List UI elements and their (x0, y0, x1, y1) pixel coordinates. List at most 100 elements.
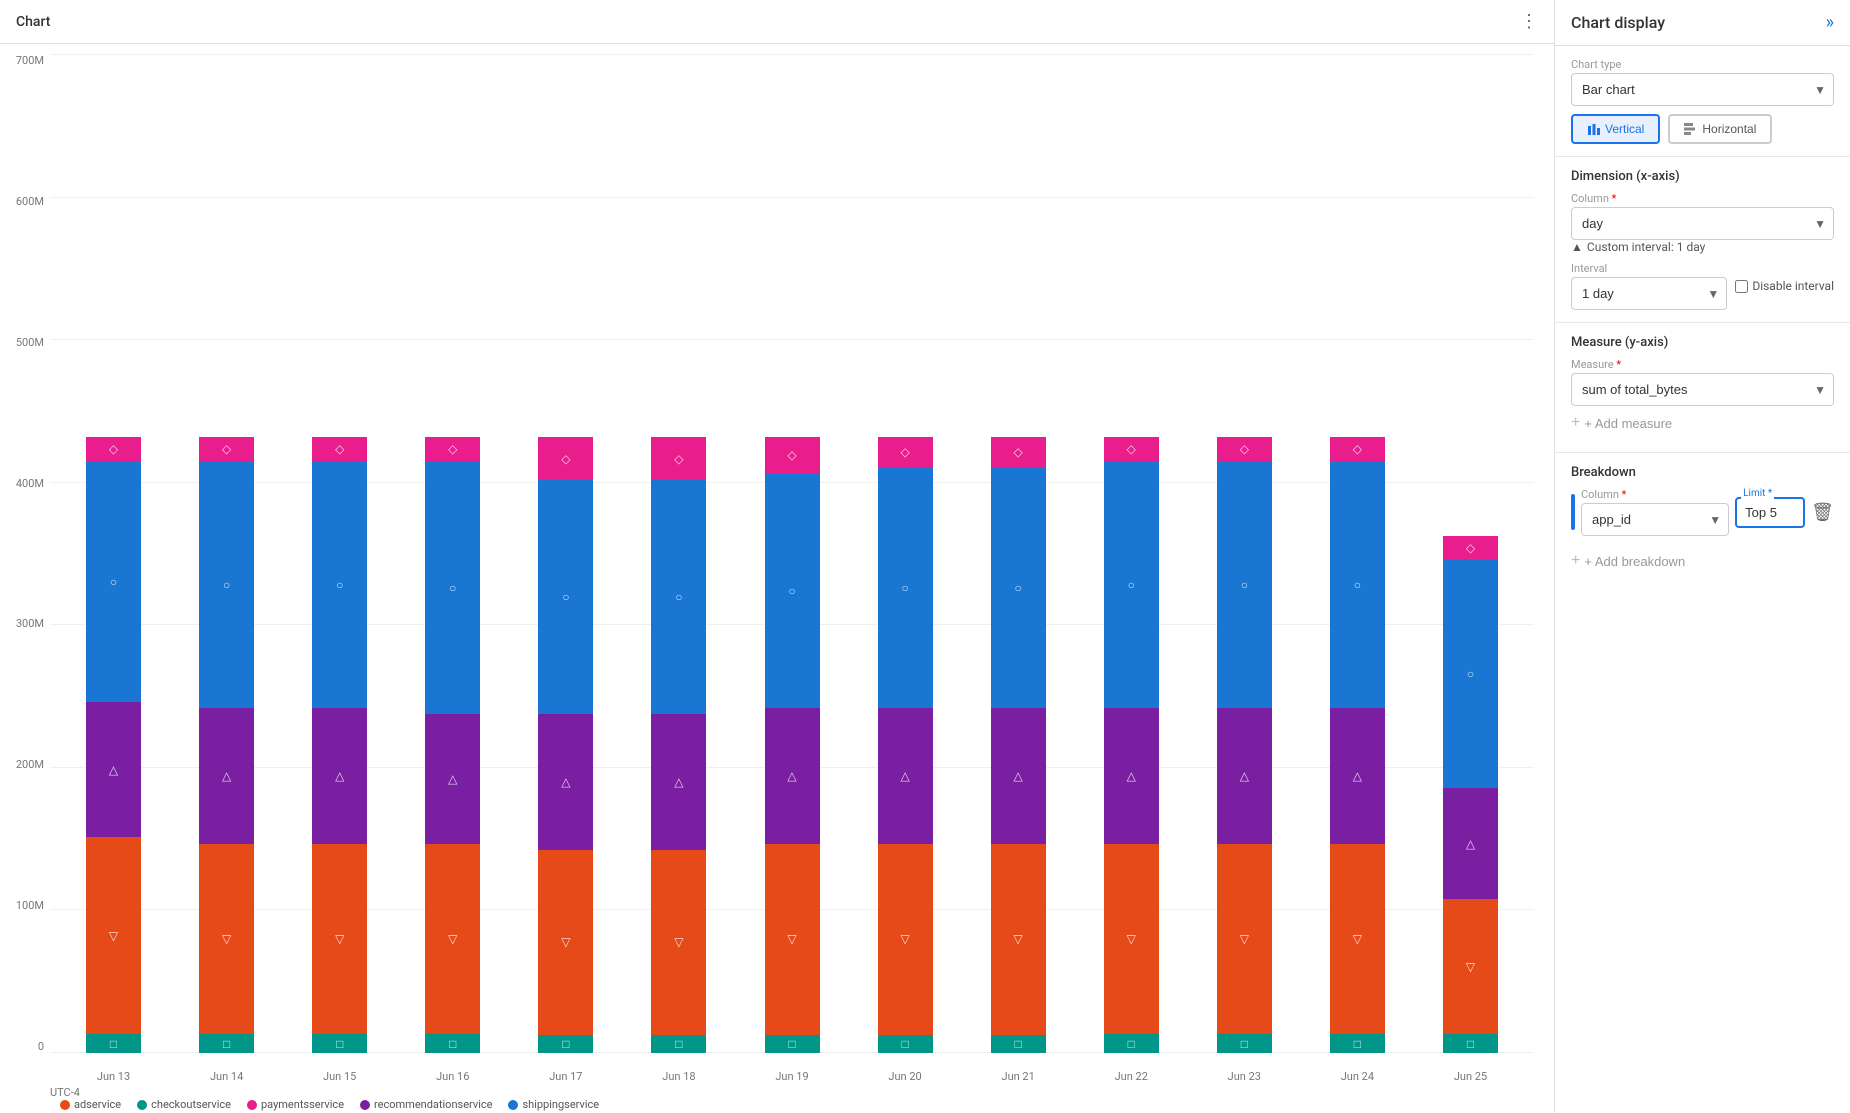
chart-type-select[interactable]: Bar chart Line chart Pie chart (1571, 73, 1834, 106)
bar-segment-teal: □ (878, 1035, 933, 1053)
segment-icon: ◇ (109, 442, 118, 456)
segment-icon: ○ (110, 575, 117, 589)
x-label: Jun 18 (662, 1070, 695, 1083)
measure-section: Measure (y-axis) Measure * sum of total_… (1555, 323, 1850, 453)
bar-segment-purple: △ (991, 708, 1046, 844)
add-breakdown-button[interactable]: + + Add breakdown (1571, 544, 1685, 578)
bar-segment-pink: ◇ (199, 437, 254, 462)
segment-icon: ▽ (1353, 932, 1362, 946)
segment-icon: △ (787, 769, 796, 783)
legend-item-checkoutservice: checkoutservice (137, 1098, 231, 1111)
stacked-bar[interactable]: ◇○△▽□ (86, 437, 141, 1053)
bar-segment-blue: ○ (1104, 462, 1159, 708)
x-label-group: Jun 13 (60, 1070, 167, 1083)
segment-icon: △ (1353, 769, 1362, 783)
bar-segment-purple: △ (425, 714, 480, 843)
bar-segment-teal: □ (651, 1035, 706, 1053)
y-label: 700M (0, 54, 50, 67)
limit-input[interactable] (1735, 497, 1805, 528)
disable-interval-label[interactable]: Disable interval (1735, 279, 1834, 293)
stacked-bar[interactable]: ◇○△▽□ (199, 437, 254, 1053)
interval-label: Interval (1571, 262, 1727, 275)
bar-segment-pink: ◇ (1330, 437, 1385, 462)
segment-icon: ▽ (1127, 932, 1136, 946)
bar-segment-orange: ▽ (86, 837, 141, 1034)
horizontal-button[interactable]: Horizontal (1668, 114, 1772, 144)
bar-segment-purple: △ (199, 708, 254, 844)
bar-segment-purple: △ (1330, 708, 1385, 844)
stacked-bar[interactable]: ◇○△▽□ (765, 437, 820, 1053)
add-measure-button[interactable]: + + Add measure (1571, 406, 1672, 440)
legend-item-shippingservice: shippingservice (508, 1098, 599, 1111)
sidebar-close-icon[interactable]: » (1826, 12, 1834, 33)
bar-segment-purple: △ (878, 708, 933, 844)
bar-segment-pink: ◇ (1217, 437, 1272, 462)
legend-label-shippingservice: shippingservice (522, 1098, 599, 1111)
stacked-bar[interactable]: ◇○△▽□ (1443, 536, 1498, 1053)
bar-group: ◇○△▽□ (738, 54, 845, 1053)
interval-select-container: 1 day 1 hour 1 week ▼ (1571, 277, 1727, 310)
segment-icon: ○ (788, 584, 795, 598)
bar-segment-teal: □ (312, 1034, 367, 1052)
x-label-group: Jun 24 (1304, 1070, 1411, 1083)
breakdown-column-select[interactable]: app_id service_name region (1581, 503, 1729, 536)
bar-group: ◇○△▽□ (173, 54, 280, 1053)
stacked-bar[interactable]: ◇○△▽□ (1330, 437, 1385, 1053)
breakdown-col-label: Column * (1581, 488, 1729, 501)
stacked-bar[interactable]: ◇○△▽□ (1217, 437, 1272, 1053)
segment-icon: □ (223, 1037, 230, 1051)
stacked-bar[interactable]: ◇○△ ▽ □ (425, 437, 480, 1053)
x-label-group: Jun 18 (625, 1070, 732, 1083)
legend-item-adservice: adservice (60, 1098, 121, 1111)
segment-icon: □ (449, 1037, 456, 1051)
bar-segment-pink: ◇ (1443, 536, 1498, 561)
x-label-group: Jun 25 (1417, 1070, 1524, 1083)
x-label-group: Jun 17 (512, 1070, 619, 1083)
bar-segment-blue: ○ (538, 480, 593, 714)
legend-label-recommendationservice: recommendationservice (374, 1098, 492, 1111)
bar-segment-purple: △ (1104, 708, 1159, 844)
stacked-bar[interactable]: ◇○△▽□ (651, 437, 706, 1053)
segment-icon: □ (562, 1037, 569, 1051)
chart-type-label: Chart type (1571, 58, 1834, 71)
bar-segment-pink: ◇ (991, 437, 1046, 468)
segment-icon: ◇ (900, 445, 909, 459)
bar-segment-purple: △ (312, 708, 367, 844)
bar-segment-blue: ○ (991, 468, 1046, 708)
stacked-bar[interactable]: ◇○△▽□ (538, 437, 593, 1053)
custom-interval-toggle[interactable]: ▲ Custom interval: 1 day (1571, 240, 1834, 254)
segment-icon: ▽ (448, 932, 457, 946)
bar-segment-pink: ◇ (425, 437, 480, 462)
bar-segment-teal: □ (1104, 1034, 1159, 1052)
delete-breakdown-icon[interactable]: 🗑 (1811, 502, 1834, 523)
vertical-icon (1587, 122, 1601, 136)
bar-segment-purple: △ (1443, 788, 1498, 899)
segment-icon: ◇ (1353, 442, 1362, 456)
y-label: 0 (0, 1040, 50, 1053)
measure-title: Measure (y-axis) (1571, 335, 1834, 350)
bar-segment-pink: ◇ (312, 437, 367, 462)
more-icon[interactable]: ⋮ (1520, 11, 1538, 32)
bar-group: ◇○△▽□ (1417, 54, 1524, 1053)
stacked-bar[interactable]: ◇○△▽□ (991, 437, 1046, 1053)
bar-segment-blue: ○ (425, 462, 480, 715)
bar-segment-pink: ◇ (1104, 437, 1159, 462)
bar-group: ◇○△▽□ (1191, 54, 1298, 1053)
disable-interval-checkbox[interactable] (1735, 280, 1748, 293)
y-label: 500M (0, 336, 50, 349)
measure-select[interactable]: sum of total_bytes count of total_bytes … (1571, 373, 1834, 406)
segment-icon: △ (222, 769, 231, 783)
dimension-column-select[interactable]: day week month (1571, 207, 1834, 240)
x-label: Jun 22 (1115, 1070, 1148, 1083)
vertical-button[interactable]: Vertical (1571, 114, 1660, 144)
add-measure-icon: + (1571, 414, 1580, 432)
stacked-bar[interactable]: ◇○△▽□ (312, 437, 367, 1053)
segment-icon: ◇ (222, 442, 231, 456)
stacked-bar[interactable]: ◇○△▽□ (878, 437, 933, 1053)
stacked-bar[interactable]: ◇○△ ▽ □ (1104, 437, 1159, 1053)
bar-segment-orange: ▽ (199, 844, 254, 1035)
disable-interval-text: Disable interval (1752, 279, 1834, 293)
legend-color-recommendationservice (360, 1100, 370, 1110)
segment-icon: ▽ (787, 932, 796, 946)
interval-select[interactable]: 1 day 1 hour 1 week (1571, 277, 1727, 310)
